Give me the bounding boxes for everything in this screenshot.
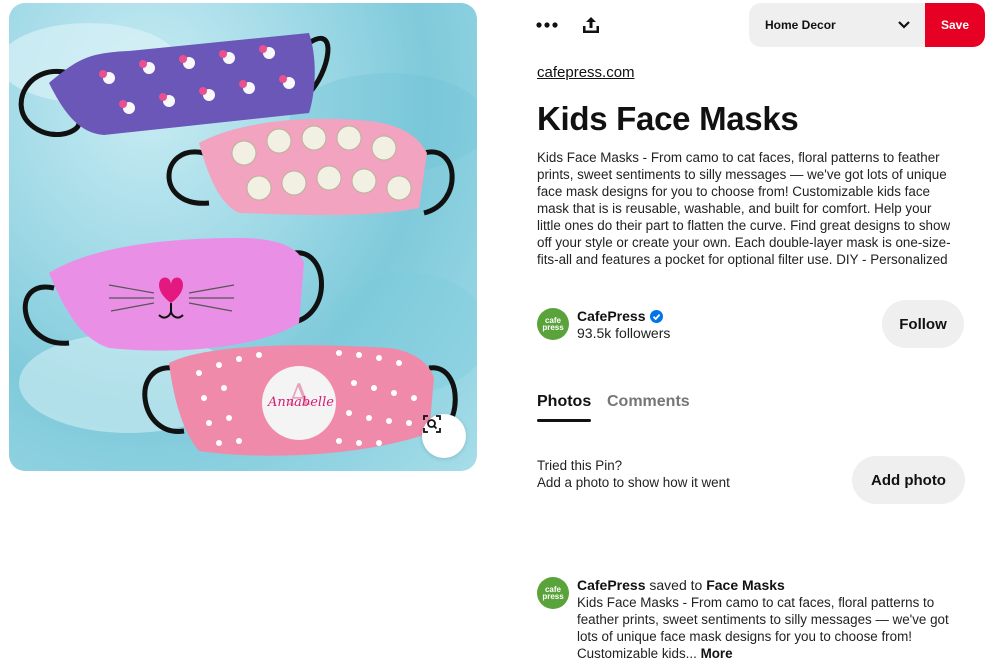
creator-name-row[interactable]: CafePress (577, 308, 663, 324)
add-photo-button[interactable]: Add photo (852, 456, 965, 504)
more-link[interactable]: More (701, 646, 733, 661)
pin-description: Kids Face Masks - From camo to cat faces… (537, 150, 951, 267)
activity-line: CafePress saved to Face Masks (577, 577, 785, 593)
activity-description: Kids Face Masks - From camo to cat faces… (577, 594, 957, 662)
share-button[interactable] (577, 10, 605, 40)
share-icon (583, 17, 599, 33)
activity-verb: saved to (649, 577, 703, 593)
tab-comments[interactable]: Comments (607, 393, 690, 411)
follow-button[interactable]: Follow (882, 300, 964, 348)
visual-search-button[interactable] (422, 414, 466, 458)
activity-board[interactable]: Face Masks (706, 577, 785, 593)
more-options-button[interactable] (533, 10, 561, 40)
tried-pin-question: Tried this Pin? (537, 458, 623, 473)
avatar-text-bottom: press (542, 323, 564, 332)
activity-user[interactable]: CafePress (577, 577, 646, 593)
verified-icon (649, 309, 663, 323)
activity-description-text: Kids Face Masks - From camo to cat faces… (577, 595, 949, 661)
tab-photos[interactable]: Photos (537, 393, 592, 422)
pin-image[interactable]: A Annabelle (9, 3, 477, 471)
face-masks-illustration (9, 23, 477, 456)
board-dropdown-label: Home Decor (765, 18, 836, 32)
monogram-name: Annabelle (268, 395, 334, 410)
more-icon (536, 22, 558, 28)
follower-count: 93.5k followers (577, 325, 671, 341)
tried-pin-subtitle: Add a photo to show how it went (537, 475, 730, 490)
cat-face-mask (22, 238, 324, 351)
creator-name: CafePress (577, 308, 646, 324)
chevron-down-icon (898, 21, 910, 29)
lens-icon (423, 415, 441, 433)
activity-avatar[interactable]: cafe press (537, 577, 569, 609)
board-dropdown[interactable]: Home Decor (749, 3, 925, 47)
avatar-text-bottom: press (542, 592, 564, 601)
pin-title: Kids Face Masks (537, 100, 799, 137)
source-link[interactable]: cafepress.com (537, 64, 635, 81)
creator-avatar[interactable]: cafe press (537, 308, 569, 340)
save-button[interactable]: Save (925, 3, 985, 47)
